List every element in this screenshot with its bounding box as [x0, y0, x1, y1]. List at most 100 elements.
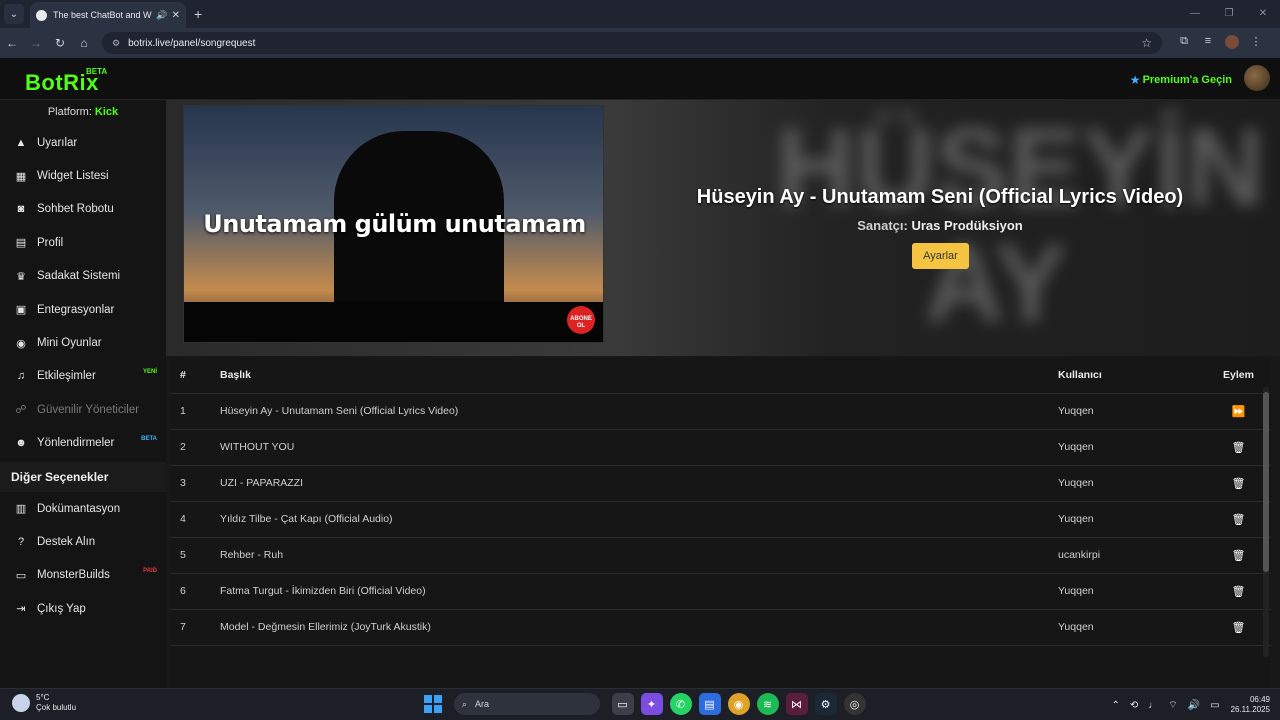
- row-num: 2: [170, 429, 210, 466]
- row-title: Yıldız Tilbe - Çat Kapı (Official Audio): [210, 501, 1058, 538]
- clock-date: 26.11.2025: [1230, 705, 1270, 714]
- forward-icon[interactable]: →: [24, 36, 48, 50]
- trash-icon[interactable]: 🗑: [1232, 550, 1246, 562]
- row-num: 3: [170, 465, 210, 502]
- steam-icon[interactable]: ⚙: [814, 693, 837, 715]
- media-icon[interactable]: ≡: [1196, 35, 1220, 52]
- sidebar-item-label: Çıkış Yap: [37, 602, 86, 615]
- sidebar-item-widget-listesi[interactable]: ▦ Widget Listesi: [0, 159, 166, 192]
- chrome-icon[interactable]: ◉: [727, 693, 750, 715]
- microphone-icon[interactable]: ♩: [1148, 700, 1158, 711]
- music-icon: ♫: [16, 370, 26, 383]
- scrollbar-thumb[interactable]: [1263, 392, 1269, 572]
- row-action: ⏩: [1206, 393, 1271, 430]
- beta-label: BETA: [86, 67, 108, 76]
- trash-icon[interactable]: 🗑: [1232, 478, 1246, 490]
- sidebar-item-guvenilir-yoneticiler[interactable]: ☍ Güvenilir Yöneticiler: [0, 393, 166, 426]
- artist-line: Sanatçı: Uras Prodüksiyon: [666, 218, 1214, 233]
- video-player[interactable]: Unutamam gülüm unutamam ABONE OL: [183, 105, 604, 343]
- sidebar-item-label: Mini Oyunlar: [37, 337, 102, 350]
- app-header: BotRix BETA ★ Premium'a Geçin: [0, 58, 1280, 100]
- address-bar[interactable]: ⚙ botrix.live/panel/songrequest ☆: [102, 32, 1162, 54]
- sidebar-item-destek-alin[interactable]: ? Destek Alın: [0, 525, 166, 558]
- table-row: 6 Fatma Turgut - İkimizden Biri (Officia…: [170, 573, 1271, 610]
- users-icon: ☻: [15, 437, 27, 450]
- app-icon[interactable]: ◎: [843, 693, 866, 715]
- sidebar-item-cikis-yap[interactable]: ⇥ Çıkış Yap: [0, 592, 166, 625]
- minimize-icon[interactable]: —: [1178, 0, 1212, 28]
- visual-studio-icon[interactable]: ⋈: [785, 693, 808, 715]
- sidebar-item-sadakat-sistemi[interactable]: ♛ Sadakat Sistemi: [0, 260, 166, 293]
- table-row: 7 Model - Değmesin Ellerimiz (JoyTurk Ak…: [170, 609, 1271, 646]
- volume-icon[interactable]: 🔊: [1188, 700, 1200, 711]
- network-icon[interactable]: ⌔: [1168, 699, 1177, 712]
- clock-time: 06:49: [1249, 695, 1270, 704]
- sidebar-item-label: Profil: [37, 236, 64, 249]
- row-num: 4: [170, 501, 210, 538]
- platform-label: Platform:: [47, 106, 92, 118]
- premium-link[interactable]: ★ Premium'a Geçin: [1130, 73, 1232, 87]
- new-badge: YENİ: [142, 368, 157, 375]
- back-icon[interactable]: ←: [0, 36, 24, 50]
- maximize-icon[interactable]: ❐: [1212, 0, 1246, 28]
- spotify-icon[interactable]: ≋: [756, 693, 779, 715]
- taskbar-center: ⌕ Ara ▭ ✦ ✆ ▤ ◉ ≋ ⋈ ⚙ ◎: [424, 693, 869, 715]
- sidebar-item-profil[interactable]: ▤ Profil: [0, 226, 166, 259]
- robot-icon: ◙: [17, 203, 25, 216]
- row-title: UZI - PAPARAZZI: [210, 465, 1058, 502]
- sidebar-item-uyarilar[interactable]: ▲ Uyarılar: [0, 126, 166, 159]
- profile-avatar[interactable]: [1220, 34, 1244, 52]
- task-view-icon[interactable]: ▭: [611, 693, 634, 715]
- close-window-icon[interactable]: ✕: [1246, 0, 1280, 28]
- row-action: 🗑: [1206, 429, 1271, 466]
- reload-icon[interactable]: ↻: [48, 36, 72, 50]
- trash-icon[interactable]: 🗑: [1232, 514, 1246, 526]
- clock[interactable]: 06:49 26.11.2025: [1231, 695, 1270, 715]
- sidebar-item-monsterbuilds[interactable]: ▭ MonsterBuilds PAID: [0, 559, 166, 592]
- site-info-icon[interactable]: ⚙: [112, 38, 120, 49]
- trash-icon[interactable]: 🗑: [1232, 442, 1246, 454]
- store-icon[interactable]: ▤: [698, 693, 721, 715]
- browser-tab[interactable]: The best ChatBot and Widg 🔊 ✕: [30, 2, 186, 28]
- taskbar-search[interactable]: ⌕ Ara: [454, 693, 600, 715]
- new-tab-icon[interactable]: +: [194, 6, 202, 22]
- sidebar-item-mini-oyunlar[interactable]: ◉ Mini Oyunlar: [0, 326, 166, 359]
- row-user: Yuqqen: [1058, 501, 1206, 538]
- browser-toolbar: ← → ↻ ⌂ ⚙ botrix.live/panel/songrequest …: [0, 28, 1280, 58]
- row-title: Hüseyin Ay - Unutamam Seni (Official Lyr…: [210, 393, 1058, 430]
- user-avatar[interactable]: [1244, 65, 1270, 91]
- now-playing-hero: HÜSEYİN AY Unutamam gülüm unutamam ABONE…: [166, 100, 1280, 356]
- sidebar-item-dokumantasyon[interactable]: ▥ Dokümantasyon: [0, 492, 166, 525]
- settings-button[interactable]: Ayarlar: [912, 243, 969, 269]
- tab-search-button[interactable]: ⌄: [4, 4, 24, 24]
- beta-badge: BETA: [141, 435, 157, 442]
- copilot-icon[interactable]: ✦: [640, 693, 663, 715]
- sidebar-item-etkilesimler[interactable]: ♫ Etkileşimler YENİ: [0, 360, 166, 393]
- chevron-up-icon[interactable]: ⌃: [1111, 700, 1119, 711]
- url-text: botrix.live/panel/songrequest: [128, 37, 256, 49]
- sidebar-item-yonlendirmeler[interactable]: ☻ Yönlendirmeler BETA: [0, 427, 166, 460]
- battery-icon[interactable]: ▭: [1210, 700, 1219, 711]
- extensions-icon[interactable]: ⧉: [1172, 35, 1196, 52]
- sidebar-item-sohbet-robotu[interactable]: ◙ Sohbet Robotu: [0, 193, 166, 226]
- bookmark-star-icon[interactable]: ☆: [1141, 36, 1152, 50]
- skip-forward-icon[interactable]: ⏩: [1232, 406, 1246, 418]
- trash-icon[interactable]: 🗑: [1232, 622, 1246, 634]
- windows-start-icon[interactable]: [424, 695, 442, 713]
- speaker-icon[interactable]: 🔊: [156, 10, 167, 21]
- sidebar-item-entegrasyonlar[interactable]: ▣ Entegrasyonlar: [0, 293, 166, 326]
- home-icon[interactable]: ⌂: [72, 36, 96, 50]
- song-title: Hüseyin Ay - Unutamam Seni (Official Lyr…: [696, 186, 1184, 208]
- taskbar: 5°C Çok bulutlu ⌕ Ara ▭ ✦ ✆ ▤ ◉ ≋ ⋈ ⚙ ◎ …: [0, 688, 1280, 720]
- sidebar-item-label: Widget Listesi: [37, 170, 109, 183]
- table-row: 1 Hüseyin Ay - Unutamam Seni (Official L…: [170, 393, 1271, 430]
- close-tab-icon[interactable]: ✕: [172, 10, 180, 21]
- trash-icon[interactable]: 🗑: [1232, 586, 1246, 598]
- table-row: 4 Yıldız Tilbe - Çat Kapı (Official Audi…: [170, 501, 1271, 538]
- whatsapp-icon[interactable]: ✆: [669, 693, 692, 715]
- sidebar-item-label: Uyarılar: [37, 136, 78, 149]
- weather-widget[interactable]: 5°C Çok bulutlu: [12, 693, 76, 713]
- sync-icon[interactable]: ⟲: [1130, 700, 1138, 711]
- artist-label: Sanatçı:: [857, 218, 908, 233]
- menu-kebab-icon[interactable]: ⋮: [1244, 35, 1268, 52]
